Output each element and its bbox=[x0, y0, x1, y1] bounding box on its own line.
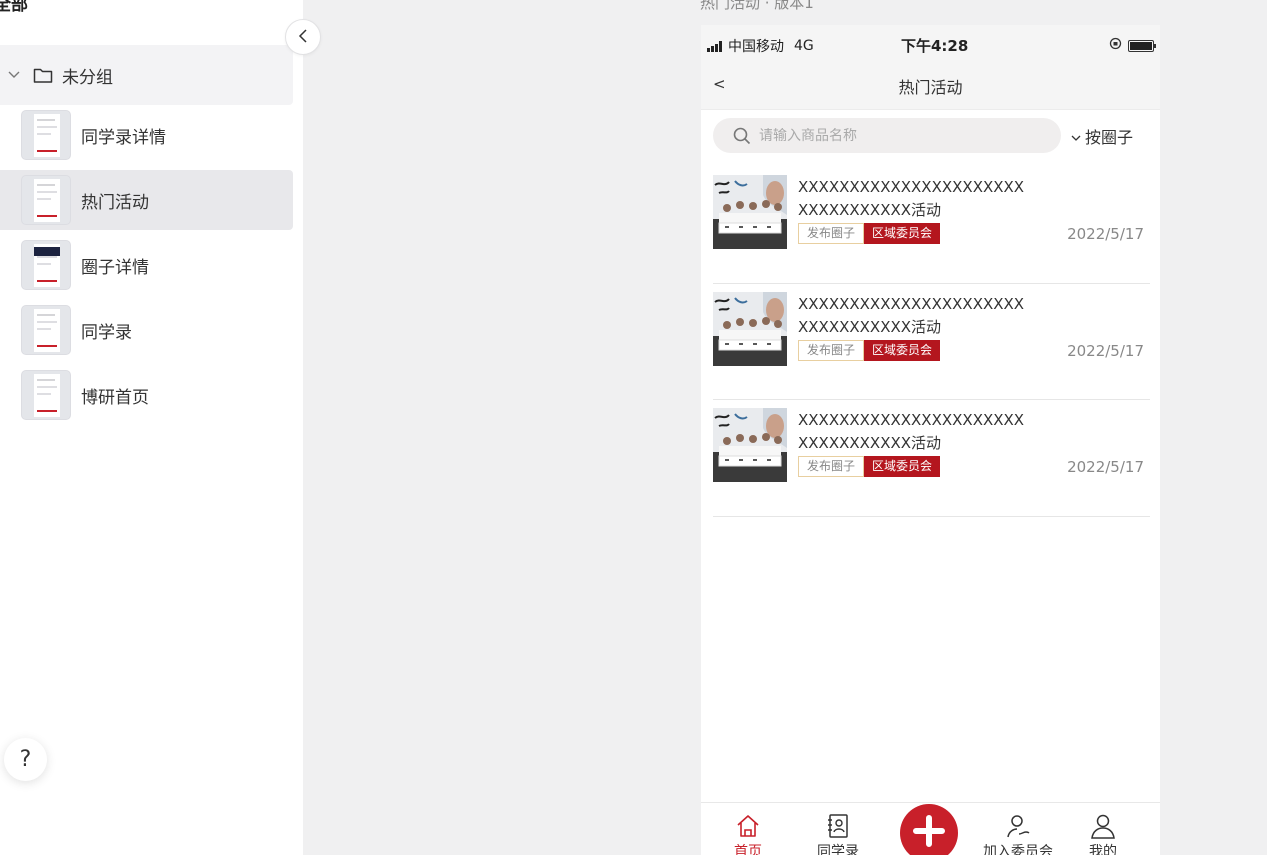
activity-item[interactable]: XXXXXXXXXXXXXXXXXXXXXXXXXXXXXXXXX活动 发布圈子… bbox=[713, 284, 1150, 400]
filter-label: 按圈子 bbox=[1085, 128, 1134, 147]
tab-home-label: 首页 bbox=[734, 844, 762, 855]
tab-classmates-label: 同学录 bbox=[817, 844, 859, 855]
activity-image bbox=[713, 408, 787, 482]
canvas-page-title: 热门活动 · 版本1 bbox=[700, 0, 814, 12]
page-thumbnail bbox=[21, 240, 71, 290]
carrier-label: 中国移动 bbox=[728, 39, 784, 55]
join-user-icon bbox=[973, 811, 1063, 841]
activity-title: XXXXXXXXXXXXXXXXXXXXXXXXXXXXXXXXX活动 bbox=[798, 411, 1025, 452]
tab-classmates[interactable]: 同学录 bbox=[793, 811, 883, 855]
page-item[interactable]: 圈子详情 bbox=[0, 235, 293, 295]
activity-date: 2022/5/17 bbox=[1067, 341, 1144, 360]
page-item[interactable]: 同学录 bbox=[0, 300, 293, 360]
page-item[interactable]: 博研首页 bbox=[0, 365, 293, 425]
page-thumbnail bbox=[21, 305, 71, 355]
battery-icon bbox=[1128, 39, 1156, 52]
activity-image bbox=[713, 175, 787, 249]
circle-filter-dropdown[interactable]: 按圈子 bbox=[1071, 124, 1133, 148]
page-label: 热门活动 bbox=[81, 192, 149, 213]
activity-image bbox=[713, 291, 787, 366]
tab-join-committee[interactable]: 加入委员会 bbox=[973, 811, 1063, 855]
tab-mine[interactable]: 我的 bbox=[1058, 811, 1148, 855]
page-thumbnail bbox=[21, 175, 71, 225]
signal-icon bbox=[707, 40, 722, 52]
folder-icon bbox=[33, 65, 53, 85]
page-label: 同学录详情 bbox=[81, 127, 166, 148]
activity-item[interactable]: XXXXXXXXXXXXXXXXXXXXXXXXXXXXXXXXX活动 发布圈子… bbox=[713, 167, 1150, 284]
group-label: 未分组 bbox=[62, 67, 113, 88]
contacts-book-icon bbox=[793, 811, 883, 841]
orientation-lock-icon bbox=[1109, 37, 1122, 54]
committee-tag: 区域委员会 bbox=[864, 339, 941, 361]
add-button[interactable] bbox=[900, 804, 958, 855]
group-unsorted[interactable]: 未分组 bbox=[0, 45, 293, 105]
status-time: 下午4:28 bbox=[901, 37, 969, 55]
nav-title: 热门活动 bbox=[898, 78, 963, 97]
activity-date: 2022/5/17 bbox=[1067, 458, 1144, 476]
page-label: 博研首页 bbox=[81, 387, 149, 408]
publish-circle-tag: 发布圈子 bbox=[798, 223, 865, 244]
search-box[interactable] bbox=[713, 118, 1061, 153]
status-bar: 中国移动 4G 下午4:28 bbox=[701, 25, 1160, 65]
help-button[interactable]: ? bbox=[4, 738, 47, 781]
page-item[interactable]: 同学录详情 bbox=[0, 105, 293, 165]
activity-date: 2022/5/17 bbox=[1067, 225, 1144, 243]
chevron-left-icon bbox=[298, 28, 308, 47]
search-input[interactable] bbox=[759, 127, 1049, 144]
network-label: 4G bbox=[794, 38, 814, 54]
search-icon bbox=[733, 127, 751, 145]
page-label: 同学录 bbox=[81, 322, 132, 343]
page-item-active[interactable]: 热门活动 bbox=[0, 170, 293, 230]
tab-home[interactable]: 首页 bbox=[703, 811, 793, 855]
help-icon: ? bbox=[19, 747, 32, 772]
tab-mine-label: 我的 bbox=[1089, 844, 1117, 855]
tab-bar: 首页 同学录 加入委员会 我的 bbox=[701, 802, 1160, 855]
activity-title: XXXXXXXXXXXXXXXXXXXXXXXXXXXXXXXXX活动 bbox=[798, 178, 1025, 219]
nav-bar: < 热门活动 bbox=[701, 65, 1160, 110]
user-icon bbox=[1058, 811, 1148, 841]
page-label: 圈子详情 bbox=[81, 257, 149, 278]
chevron-down-icon[interactable] bbox=[8, 69, 20, 81]
committee-tag: 区域委员会 bbox=[864, 456, 941, 477]
activity-title: XXXXXXXXXXXXXXXXXXXXXXXXXXXXXXXXX活动 bbox=[798, 294, 1025, 336]
page-thumbnail bbox=[21, 370, 71, 420]
plus-icon bbox=[911, 813, 947, 853]
publish-circle-tag: 发布圈子 bbox=[798, 456, 865, 477]
tab-join-label: 加入委员会 bbox=[983, 844, 1053, 855]
phone-preview: 中国移动 4G 下午4:28 < 热门活动 按圈子 bbox=[701, 25, 1160, 855]
publish-circle-tag: 发布圈子 bbox=[798, 339, 865, 361]
committee-tag: 区域委员会 bbox=[864, 223, 941, 244]
activity-list: XXXXXXXXXXXXXXXXXXXXXXXXXXXXXXXXX活动 发布圈子… bbox=[713, 167, 1150, 517]
home-icon bbox=[703, 811, 793, 841]
chevron-down-icon bbox=[1071, 127, 1081, 146]
pages-sidebar: 全部 未分组 同学录详情 热门活动 圈子详情 同学录 博研首页 ? bbox=[0, 0, 303, 855]
sidebar-title: 全部 bbox=[0, 0, 28, 15]
collapse-sidebar-button[interactable] bbox=[285, 19, 321, 55]
activity-item[interactable]: XXXXXXXXXXXXXXXXXXXXXXXXXXXXXXXXX活动 发布圈子… bbox=[713, 400, 1150, 517]
page-thumbnail bbox=[21, 110, 71, 160]
